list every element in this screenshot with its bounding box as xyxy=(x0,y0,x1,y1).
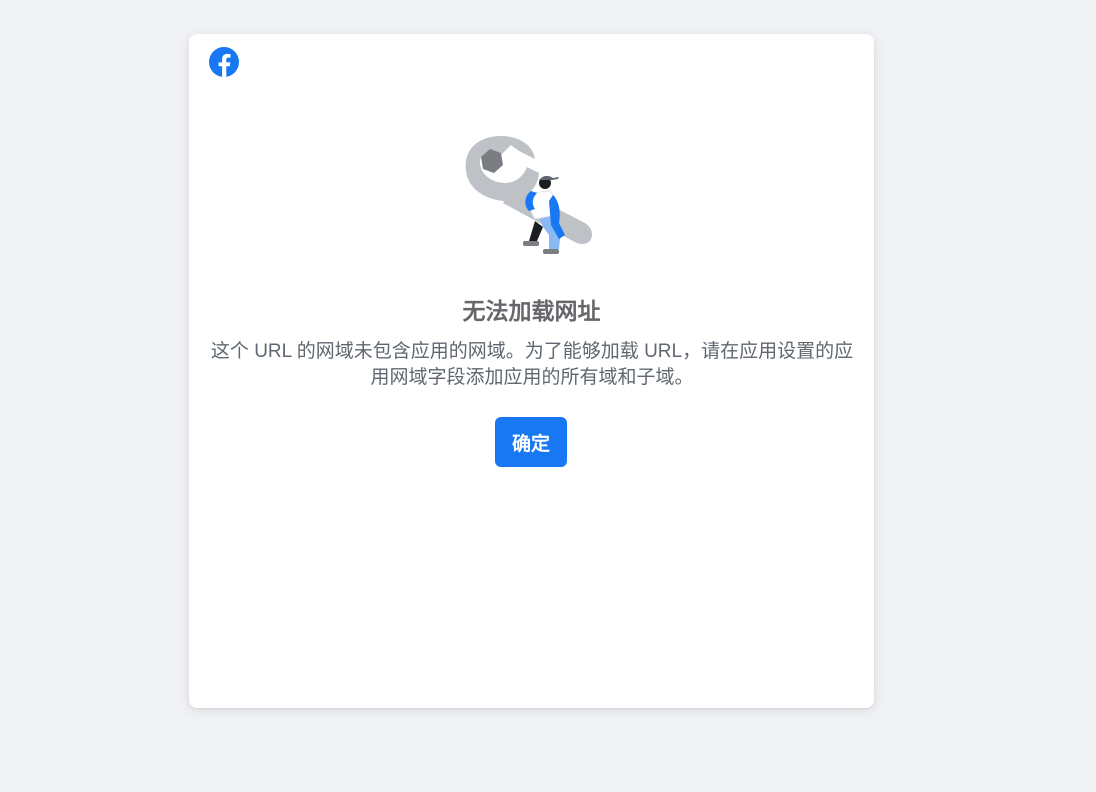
facebook-icon xyxy=(209,47,239,77)
ok-button[interactable]: 确定 xyxy=(495,417,567,467)
wrench-worker-icon xyxy=(465,136,593,254)
dialog-title: 无法加载网址 xyxy=(462,298,601,324)
dialog-message: 这个 URL 的网域未包含应用的网域。为了能够加载 URL，请在应用设置的应用网… xyxy=(210,341,854,388)
error-dialog: 无法加载网址 这个 URL 的网域未包含应用的网域。为了能够加载 URL，请在应… xyxy=(189,34,874,708)
